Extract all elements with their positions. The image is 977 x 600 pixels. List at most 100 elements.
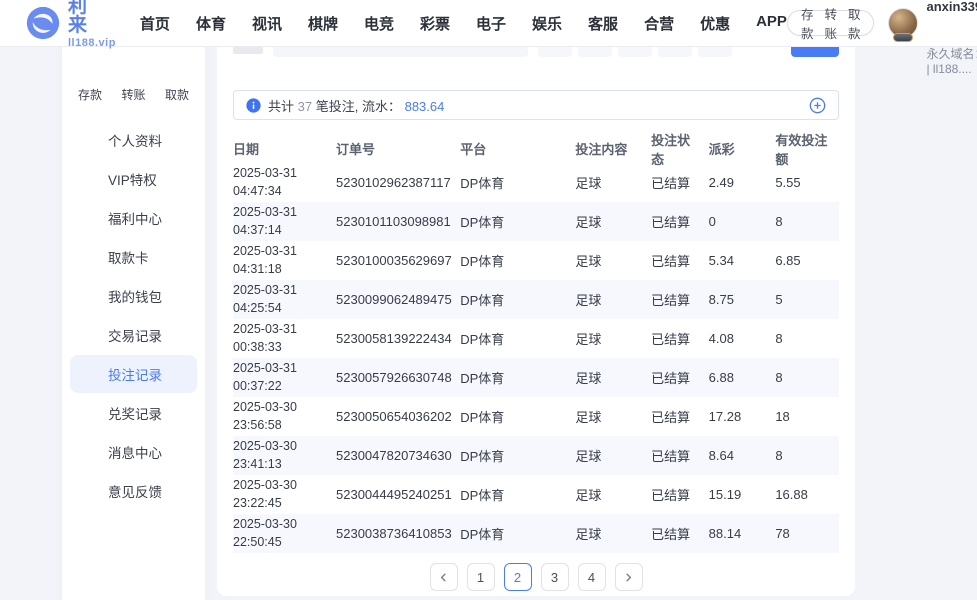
sidebar-shortcut-label: 存款: [78, 88, 103, 102]
sidebar-shortcut[interactable]: 取款: [165, 56, 189, 103]
nav-item[interactable]: 娱乐: [532, 13, 562, 34]
column-header: 平台: [460, 142, 487, 157]
pagination: 1234: [233, 563, 839, 591]
cell-valid-amount: 8: [775, 448, 783, 463]
nav-item[interactable]: 视讯: [252, 13, 282, 34]
cell-bet-status: 已结算: [651, 410, 691, 425]
column-header: 日期: [233, 142, 260, 157]
pagination-page-4[interactable]: 4: [577, 563, 606, 591]
cell-order-number: 5230038736410853: [336, 526, 452, 541]
user-block[interactable]: anxin3399 总资产：1363.49元 永久域名：ll188.vip | …: [888, 0, 977, 76]
table-row[interactable]: 2025-03-31 04:47:34 5230102962387117 DP体…: [233, 163, 839, 202]
feedback-icon: [81, 483, 98, 500]
bets-icon: [81, 366, 98, 383]
brand-logo-icon: [26, 6, 60, 40]
column-header: 投注内容: [575, 142, 628, 157]
withdraw-icon: [167, 56, 187, 81]
sidebar-menu-item[interactable]: 个人资料: [70, 121, 197, 159]
table-row[interactable]: 2025-03-30 23:22:45 5230044495240251 DP体…: [233, 475, 839, 514]
wallet-icon: [81, 288, 98, 305]
sidebar-menu-item-label: VIP特权: [108, 173, 157, 188]
cell-bet-content: 足球: [575, 488, 602, 503]
nav-item[interactable]: 客服: [588, 13, 618, 34]
sidebar-menu-item[interactable]: VIP特权: [70, 160, 197, 198]
brand-logo[interactable]: 利 来 ll188.vip: [26, 0, 116, 49]
cell-date: 2025-03-31 04:37:14: [233, 205, 297, 237]
sidebar-menu-item[interactable]: 取款卡: [70, 238, 197, 276]
cell-bet-status: 已结算: [651, 176, 691, 191]
sidebar-menu-item[interactable]: 交易记录: [70, 316, 197, 354]
table-row[interactable]: 2025-03-30 23:41:13 5230047820734630 DP体…: [233, 436, 839, 475]
nav-item[interactable]: 彩票: [420, 13, 450, 34]
sidebar-menu-item[interactable]: 消息中心: [70, 433, 197, 471]
nav-item[interactable]: 电子: [476, 13, 506, 34]
sidebar-menu-item[interactable]: 福利中心: [70, 199, 197, 237]
cell-date: 2025-03-30 23:56:58: [233, 400, 297, 432]
cell-bet-content: 足球: [575, 293, 602, 308]
summary-text: 共计 37 笔投注, 流水： 883.64: [268, 98, 445, 114]
nav-item[interactable]: 电竞: [364, 13, 394, 34]
column-header: 派彩: [708, 142, 735, 157]
cell-payout: 8.64: [708, 448, 734, 463]
sidebar-menu-item[interactable]: 意见反馈: [70, 472, 197, 510]
nav-item[interactable]: 合营: [644, 13, 674, 34]
cell-bet-content: 足球: [575, 332, 602, 347]
table-row[interactable]: 2025-03-31 00:37:22 5230057926630748 DP体…: [233, 358, 839, 397]
cell-date: 2025-03-31 00:37:22: [233, 361, 297, 393]
sidebar-shortcut-label: 取款: [164, 88, 189, 102]
nav-item[interactable]: 优惠: [700, 13, 730, 34]
cell-bet-status: 已结算: [651, 332, 691, 347]
main-nav: 首页 体育 视讯 棋牌 电竞 彩票 电子 娱乐 客服 合营 优惠 APP: [140, 13, 787, 34]
cell-platform: DP体育: [460, 488, 505, 503]
header-quick-action[interactable]: 存款: [801, 4, 814, 42]
nav-item[interactable]: 首页: [140, 13, 170, 34]
header-quick-action[interactable]: 取款: [848, 4, 861, 42]
table-row[interactable]: 2025-03-31 04:31:18 5230100035629697 DP体…: [233, 241, 839, 280]
nav-item[interactable]: 体育: [196, 13, 226, 34]
pagination-prev-icon[interactable]: [429, 563, 458, 591]
sidebar-menu-item-label: 取款卡: [108, 251, 149, 266]
table-row[interactable]: 2025-03-31 04:25:54 5230099062489475 DP体…: [233, 280, 839, 319]
sidebar-shortcut[interactable]: 转账: [121, 56, 145, 103]
cell-order-number: 5230100035629697: [336, 253, 452, 268]
pagination-next-icon[interactable]: [614, 563, 643, 591]
plus-circle-icon[interactable]: [809, 97, 826, 114]
sidebar: 存款 转账 取款 个人资料 VIP特权 福利中心 取款卡 我的钱包 交易记录 投…: [62, 40, 205, 600]
nav-item[interactable]: 棋牌: [308, 13, 338, 34]
pagination-page-1[interactable]: 1: [466, 563, 495, 591]
sidebar-shortcut[interactable]: 存款: [78, 56, 102, 103]
cell-valid-amount: 6.85: [775, 253, 801, 268]
nav-item[interactable]: APP: [756, 13, 787, 34]
column-header: 有效投注额: [775, 132, 828, 167]
turnover-value: 883.64: [404, 98, 445, 114]
sidebar-menu-item-label: 交易记录: [108, 329, 162, 344]
pagination-page-3[interactable]: 3: [540, 563, 569, 591]
vip-badge: [893, 33, 914, 42]
table-row[interactable]: 2025-03-30 22:50:45 5230038736410853 DP体…: [233, 514, 839, 553]
sidebar-menu-item[interactable]: 投注记录: [70, 355, 197, 393]
table-row[interactable]: 2025-03-31 04:37:14 5230101103098981 DP体…: [233, 202, 839, 241]
cell-order-number: 5230102962387117: [336, 175, 451, 190]
cell-payout: 17.28: [708, 409, 742, 424]
sidebar-menu-item[interactable]: 我的钱包: [70, 277, 197, 315]
sidebar-menu-item-label: 消息中心: [108, 446, 162, 461]
header-quick-action[interactable]: 转账: [824, 4, 837, 42]
cell-date: 2025-03-31 04:25:54: [233, 283, 297, 315]
sidebar-menu: 个人资料 VIP特权 福利中心 取款卡 我的钱包 交易记录 投注记录 兑奖记录 …: [70, 121, 197, 510]
table-row[interactable]: 2025-03-30 23:56:58 5230050654036202 DP体…: [233, 397, 839, 436]
sidebar-menu-item-label: 福利中心: [108, 212, 162, 227]
cell-platform: DP体育: [460, 410, 505, 425]
cell-platform: DP体育: [460, 215, 505, 230]
cell-payout: 6.88: [708, 370, 734, 385]
table-body: 2025-03-31 04:47:34 5230102962387117 DP体…: [233, 163, 839, 553]
main-content-card: 共计 37 笔投注, 流水： 883.64 日期 订单号 平台 投注内容 投注状态 派彩 有…: [217, 30, 855, 596]
cell-order-number: 5230050654036202: [336, 409, 452, 424]
pagination-page-2[interactable]: 2: [503, 563, 532, 591]
table-row[interactable]: 2025-03-31 00:38:33 5230058139222434 DP体…: [233, 319, 839, 358]
brand-name: 利 来: [68, 0, 95, 36]
sidebar-menu-item[interactable]: 兑奖记录: [70, 394, 197, 432]
cell-date: 2025-03-30 22:50:45: [233, 517, 297, 549]
cell-payout: 88.14: [708, 526, 742, 541]
welfare-icon: [81, 210, 98, 227]
cell-valid-amount: 8: [775, 214, 783, 229]
